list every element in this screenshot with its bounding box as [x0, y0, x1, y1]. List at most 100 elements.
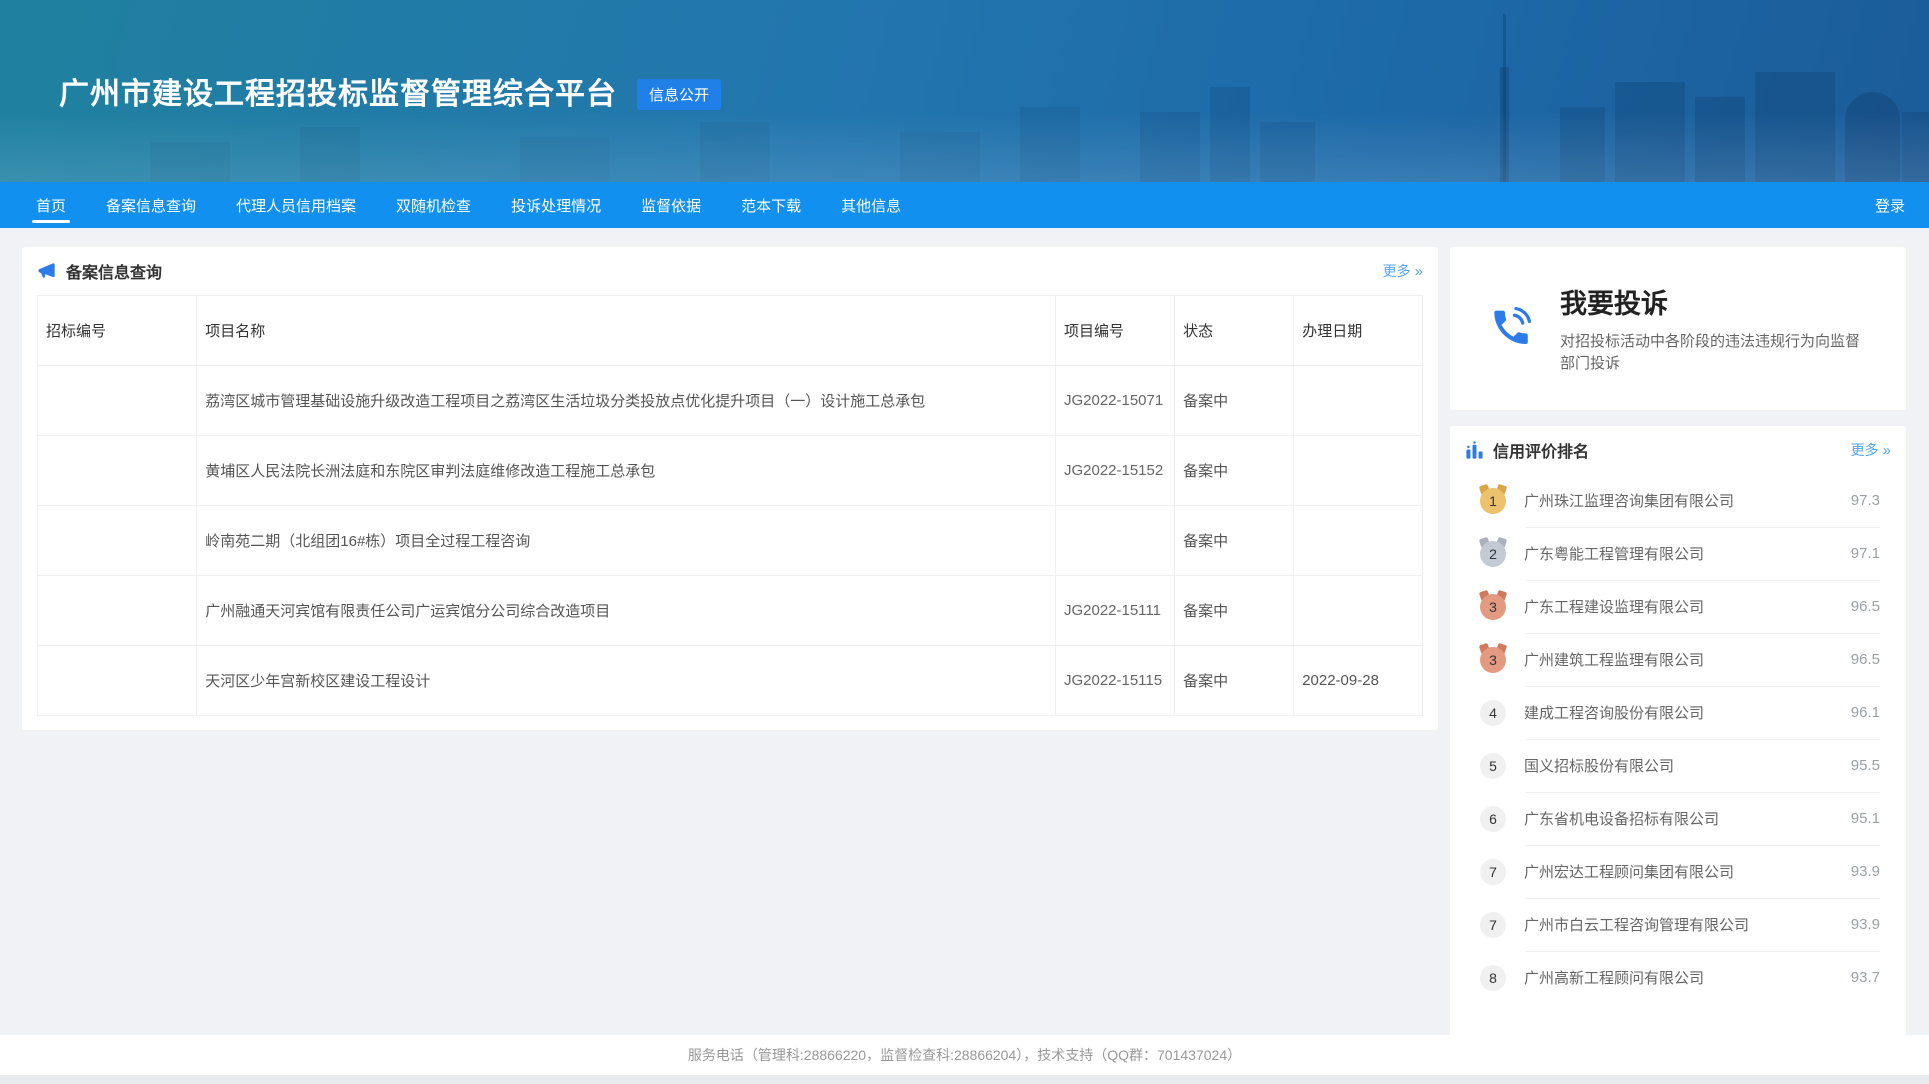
ranking-item[interactable]: 4 建成工程咨询股份有限公司 96.1 — [1480, 686, 1880, 739]
company-name: 广州珠江监理咨询集团有限公司 — [1524, 490, 1734, 511]
company-name: 建成工程咨询股份有限公司 — [1524, 702, 1704, 723]
nav-item-record-query[interactable]: 备案信息查询 — [92, 182, 210, 228]
bottom-strip — [0, 1075, 1929, 1084]
cell-status: 备案中 — [1175, 576, 1294, 646]
double-chevron-right-icon: » — [1883, 442, 1891, 459]
cell-project-no: JG2022-15071 — [1055, 366, 1174, 436]
company-name: 国义招标股份有限公司 — [1524, 755, 1674, 776]
ranking-item[interactable]: 7 广州宏达工程顾问集团有限公司 93.9 — [1480, 845, 1880, 898]
credit-score: 97.3 — [1851, 492, 1880, 509]
cell-project-no: JG2022-15111 — [1055, 576, 1174, 646]
ranking-item[interactable]: 3 广州建筑工程监理有限公司 96.5 — [1480, 633, 1880, 686]
cell-date — [1294, 366, 1423, 436]
table-row: 荔湾区城市管理基础设施升级改造工程项目之荔湾区生活垃圾分类投放点优化提升项目（一… — [38, 366, 1423, 436]
ranking-panel-title: 信用评价排名 — [1493, 438, 1589, 462]
record-table: 招标编号 项目名称 项目编号 状态 办理日期 荔湾区城市管理基础设施升级改造工程… — [37, 295, 1423, 716]
cell-project-no — [1055, 506, 1174, 576]
complaint-title: 我要投诉 — [1560, 282, 1872, 321]
credit-score: 96.5 — [1851, 651, 1880, 668]
footer-contact-text: 服务电话（管理科:28866220，监督检查科:28866204），技术支持（Q… — [688, 1045, 1241, 1065]
credit-score: 95.1 — [1851, 810, 1880, 827]
ranking-item[interactable]: 6 广东省机电设备招标有限公司 95.1 — [1480, 792, 1880, 845]
ranking-more-link[interactable]: 更多 » — [1851, 440, 1891, 460]
ranking-list: 1 广州珠江监理咨询集团有限公司 97.3 2 广东粤能工程管理有限公司 97.… — [1450, 474, 1906, 1004]
cell-date — [1294, 576, 1423, 646]
cell-project-name[interactable]: 黄埔区人民法院长洲法庭和东院区审判法庭维修改造工程施工总承包 — [197, 436, 1056, 506]
cell-project-no: JG2022-15115 — [1055, 646, 1174, 716]
rank-number-badge: 7 — [1480, 859, 1506, 885]
complaint-card[interactable]: 我要投诉 对招投标活动中各阶段的违法违规行为向监督部门投诉 — [1450, 247, 1906, 410]
cell-status: 备案中 — [1175, 436, 1294, 506]
cell-project-name[interactable]: 荔湾区城市管理基础设施升级改造工程项目之荔湾区生活垃圾分类投放点优化提升项目（一… — [197, 366, 1056, 436]
record-table-header-row: 招标编号 项目名称 项目编号 状态 办理日期 — [38, 296, 1423, 366]
ranking-item[interactable]: 8 广州高新工程顾问有限公司 93.7 — [1480, 951, 1880, 1004]
nav-item-other-info[interactable]: 其他信息 — [827, 182, 915, 228]
ranking-item[interactable]: 2 广东粤能工程管理有限公司 97.1 — [1480, 527, 1880, 580]
col-header-date: 办理日期 — [1294, 296, 1423, 366]
table-row: 广州融通天河宾馆有限责任公司广运宾馆分公司综合改造项目 JG2022-15111… — [38, 576, 1423, 646]
rank-number-badge: 4 — [1480, 700, 1506, 726]
cell-status: 备案中 — [1175, 506, 1294, 576]
login-link[interactable]: 登录 — [1875, 195, 1905, 216]
cell-date — [1294, 506, 1423, 576]
nav-item-agent-credit[interactable]: 代理人员信用档案 — [222, 182, 370, 228]
rank-medal-badge: 1 — [1480, 488, 1506, 514]
col-header-status: 状态 — [1175, 296, 1294, 366]
company-name: 广州建筑工程监理有限公司 — [1524, 649, 1704, 670]
ranking-item[interactable]: 3 广东工程建设监理有限公司 96.5 — [1480, 580, 1880, 633]
ranking-item[interactable]: 7 广州市白云工程咨询管理有限公司 93.9 — [1480, 898, 1880, 951]
rank-medal-badge: 2 — [1480, 541, 1506, 567]
record-info-panel: 备案信息查询 更多 » 招标编号 项目名称 项目编号 状态 办理日期 — [22, 247, 1438, 730]
rank-medal-badge: 3 — [1480, 594, 1506, 620]
nav-item-supervision-basis[interactable]: 监督依据 — [627, 182, 715, 228]
company-name: 广州市白云工程咨询管理有限公司 — [1524, 914, 1749, 935]
col-header-project-no: 项目编号 — [1055, 296, 1174, 366]
table-row: 天河区少年宫新校区建设工程设计 JG2022-15115 备案中 2022-09… — [38, 646, 1423, 716]
nav-item-home[interactable]: 首页 — [22, 182, 80, 228]
ranking-item[interactable]: 1 广州珠江监理咨询集团有限公司 97.3 — [1480, 474, 1880, 527]
phone-icon — [1488, 303, 1534, 349]
record-panel-title: 备案信息查询 — [66, 259, 162, 283]
cell-status: 备案中 — [1175, 366, 1294, 436]
header-banner: 广州市建设工程招投标监督管理综合平台 信息公开 — [0, 0, 1929, 182]
complaint-description: 对招投标活动中各阶段的违法违规行为向监督部门投诉 — [1560, 331, 1872, 375]
ranking-panel-header: 信用评价排名 更多 » — [1450, 426, 1906, 474]
complaint-card-text: 我要投诉 对招投标活动中各阶段的违法违规行为向监督部门投诉 — [1560, 282, 1872, 375]
cell-bid-no — [38, 576, 197, 646]
company-name: 广州高新工程顾问有限公司 — [1524, 967, 1704, 988]
company-name: 广东省机电设备招标有限公司 — [1524, 808, 1719, 829]
credit-score: 93.7 — [1851, 969, 1880, 986]
rank-number-badge: 8 — [1480, 965, 1506, 991]
cell-date — [1294, 436, 1423, 506]
credit-ranking-panel: 信用评价排名 更多 » 1 广州珠江监理咨询集团有限公司 97.3 2 广东粤能… — [1450, 426, 1906, 1036]
record-more-link[interactable]: 更多 » — [1383, 261, 1423, 281]
company-name: 广东粤能工程管理有限公司 — [1524, 543, 1704, 564]
cell-project-name[interactable]: 岭南苑二期（北组团16#栋）项目全过程工程咨询 — [197, 506, 1056, 576]
nav-item-template-download[interactable]: 范本下载 — [727, 182, 815, 228]
record-panel-header: 备案信息查询 更多 » — [22, 247, 1438, 295]
main-content: 备案信息查询 更多 » 招标编号 项目名称 项目编号 状态 办理日期 — [0, 228, 1929, 1035]
cell-bid-no — [38, 646, 197, 716]
cell-status: 备案中 — [1175, 646, 1294, 716]
nav-item-complaint-status[interactable]: 投诉处理情况 — [497, 182, 615, 228]
cell-date: 2022-09-28 — [1294, 646, 1423, 716]
credit-score: 95.5 — [1851, 757, 1880, 774]
credit-score: 97.1 — [1851, 545, 1880, 562]
rank-number-badge: 6 — [1480, 806, 1506, 832]
megaphone-icon — [37, 261, 57, 281]
cell-bid-no — [38, 436, 197, 506]
table-row: 黄埔区人民法院长洲法庭和东院区审判法庭维修改造工程施工总承包 JG2022-15… — [38, 436, 1423, 506]
ranking-item[interactable]: 5 国义招标股份有限公司 95.5 — [1480, 739, 1880, 792]
info-public-badge[interactable]: 信息公开 — [637, 79, 721, 110]
credit-score: 96.5 — [1851, 598, 1880, 615]
rank-medal-badge: 3 — [1480, 647, 1506, 673]
right-column: 我要投诉 对招投标活动中各阶段的违法违规行为向监督部门投诉 信用评价排名 更多 … — [1450, 247, 1906, 1036]
main-nav: 首页 备案信息查询 代理人员信用档案 双随机检查 投诉处理情况 监督依据 范本下… — [0, 182, 1929, 228]
nav-item-random-check[interactable]: 双随机检查 — [382, 182, 485, 228]
cell-project-name[interactable]: 天河区少年宫新校区建设工程设计 — [197, 646, 1056, 716]
bar-chart-icon — [1465, 441, 1484, 460]
page-title: 广州市建设工程招投标监督管理综合平台 — [59, 69, 617, 113]
credit-score: 93.9 — [1851, 863, 1880, 880]
cell-project-no: JG2022-15152 — [1055, 436, 1174, 506]
cell-project-name[interactable]: 广州融通天河宾馆有限责任公司广运宾馆分公司综合改造项目 — [197, 576, 1056, 646]
